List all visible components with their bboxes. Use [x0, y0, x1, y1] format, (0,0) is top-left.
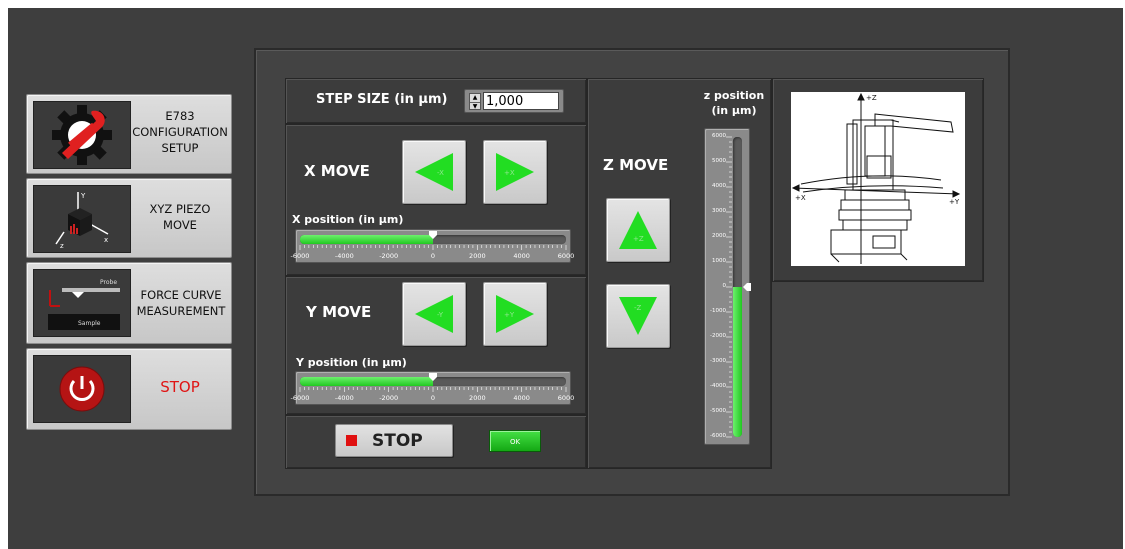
slider-tick-label: -4000 [334, 394, 354, 402]
gauge-tick-label: -3000 [710, 358, 726, 364]
svg-text:+Z: +Z [866, 94, 877, 102]
slider-tick-label: 6000 [557, 252, 575, 260]
x-position-label: X position (in µm) [292, 213, 404, 226]
svg-text:z: z [60, 242, 64, 250]
gear-wrench-prohibited-icon [33, 101, 131, 169]
slider-tick-label: 4000 [513, 394, 530, 402]
z-position-label: z position (in µm) [703, 89, 765, 117]
step-down-icon[interactable]: ▼ [470, 103, 480, 111]
y-minus-button[interactable]: -Y [402, 282, 466, 346]
slider-tick-label: 0 [430, 252, 436, 260]
gauge-thumb[interactable] [743, 283, 751, 291]
slider-tick-label: -2000 [379, 394, 399, 402]
svg-text:+X: +X [795, 194, 806, 202]
ok-indicator: OK [489, 430, 541, 452]
step-size-label: STEP SIZE (in µm) [316, 92, 448, 107]
step-size-control: ▲ ▼ 1,000 [464, 89, 564, 113]
sidebar-item-force-curve[interactable]: Probe Sample FORCE CURVE MEASUREMENT [26, 262, 232, 344]
gauge-tick-label: -2000 [710, 333, 726, 339]
slider-tick-label: 2000 [469, 394, 486, 402]
step-size-input[interactable]: 1,000 [483, 92, 559, 110]
z-plus-button[interactable]: +Z [606, 198, 670, 262]
step-size-stepper[interactable]: ▲ ▼ [469, 93, 481, 110]
sidebar-item-label: XYZ PIEZO MOVE [149, 202, 211, 232]
gauge-tick-label: 6000 [712, 133, 726, 139]
svg-text:x: x [104, 236, 108, 244]
sidebar-item-xyz-piezo[interactable]: Y x z XYZ PIEZO MOVE [26, 178, 232, 258]
y-plus-button[interactable]: +Y [483, 282, 547, 346]
gauge-ticks [726, 136, 732, 438]
sidebar-item-label: STOP [160, 378, 200, 396]
right-arrow-icon: +Y [496, 295, 534, 333]
gauge-tick-label: 5000 [712, 158, 726, 164]
slider-tick-label: 2000 [469, 252, 486, 260]
z-minus-button[interactable]: -Z [606, 284, 670, 348]
slider-tick-label: -2000 [379, 252, 399, 260]
slider-fill [300, 235, 433, 244]
gauge-tick-label: -4000 [710, 383, 726, 389]
svg-text:-Y: -Y [437, 311, 444, 319]
x-minus-button[interactable]: -X [402, 140, 466, 204]
right-arrow-icon: +X [496, 153, 534, 191]
gauge-tick-label: -1000 [710, 308, 726, 314]
svg-text:+Y: +Y [504, 311, 515, 319]
down-arrow-icon: -Z [619, 297, 657, 335]
gauge-tick-label: 0 [722, 283, 727, 289]
z-move-title: Z MOVE [603, 156, 669, 174]
slider-tick-label: -6000 [290, 252, 310, 260]
svg-text:Y: Y [80, 192, 86, 200]
step-size-row: STEP SIZE (in µm) ▲ ▼ 1,000 [285, 78, 587, 124]
slider-tick-label: -4000 [334, 252, 354, 260]
probe-sample-icon: Probe Sample [33, 269, 131, 337]
svg-text:-Z: -Z [634, 304, 642, 312]
y-position-slider[interactable]: -6000 -4000 -2000 0 2000 4000 6000 [291, 371, 574, 405]
gauge-tick-label: 3000 [712, 208, 726, 214]
stop-square-icon [346, 435, 357, 446]
slider-tick-label: -6000 [290, 394, 310, 402]
svg-text:Probe: Probe [100, 279, 117, 286]
piezo-stage-diagram: +Z +X +Y [791, 92, 965, 266]
x-plus-button[interactable]: +X [483, 140, 547, 204]
left-arrow-icon: -X [415, 153, 453, 191]
sidebar-item-label: E783 CONFIGURATION SETUP [132, 109, 228, 155]
sidebar-item-label: FORCE CURVE MEASUREMENT [136, 288, 226, 318]
power-icon [33, 355, 131, 423]
svg-text:+X: +X [504, 169, 515, 177]
y-move-title: Y MOVE [306, 303, 372, 321]
gauge-tick-label: -6000 [710, 433, 726, 439]
slider-tick-label: 4000 [513, 252, 530, 260]
up-arrow-icon: +Z [619, 211, 657, 249]
sidebar-stop-button[interactable]: STOP [26, 348, 232, 430]
stop-button[interactable]: STOP [335, 424, 453, 457]
slider-fill [300, 377, 433, 386]
xyz-axes-icon: Y x z [33, 185, 131, 253]
gauge-tick-label: 2000 [712, 233, 726, 239]
x-move-title: X MOVE [304, 162, 370, 180]
z-position-gauge[interactable]: 6000 5000 4000 3000 2000 1000 0 -1000 -2000 -3000… [704, 128, 751, 445]
svg-text:Sample: Sample [78, 320, 101, 327]
gauge-tick-label: 4000 [712, 183, 726, 189]
gauge-tick-label: -5000 [710, 408, 726, 414]
slider-tick-label: 6000 [557, 394, 575, 402]
sidebar-item-e783-config[interactable]: E783 CONFIGURATION SETUP [26, 94, 232, 174]
stop-button-label: STOP [372, 431, 423, 451]
svg-text:+Y: +Y [949, 198, 960, 206]
x-position-slider[interactable]: -6000 -4000 -2000 0 2000 4000 6000 [291, 229, 574, 263]
left-arrow-icon: -Y [415, 295, 453, 333]
svg-text:+Z: +Z [633, 235, 644, 243]
y-position-label: Y position (in µm) [296, 356, 407, 369]
svg-text:-X: -X [437, 169, 444, 177]
gauge-tick-label: 1000 [712, 258, 726, 264]
step-up-icon[interactable]: ▲ [470, 94, 480, 103]
slider-tick-label: 0 [430, 394, 436, 402]
